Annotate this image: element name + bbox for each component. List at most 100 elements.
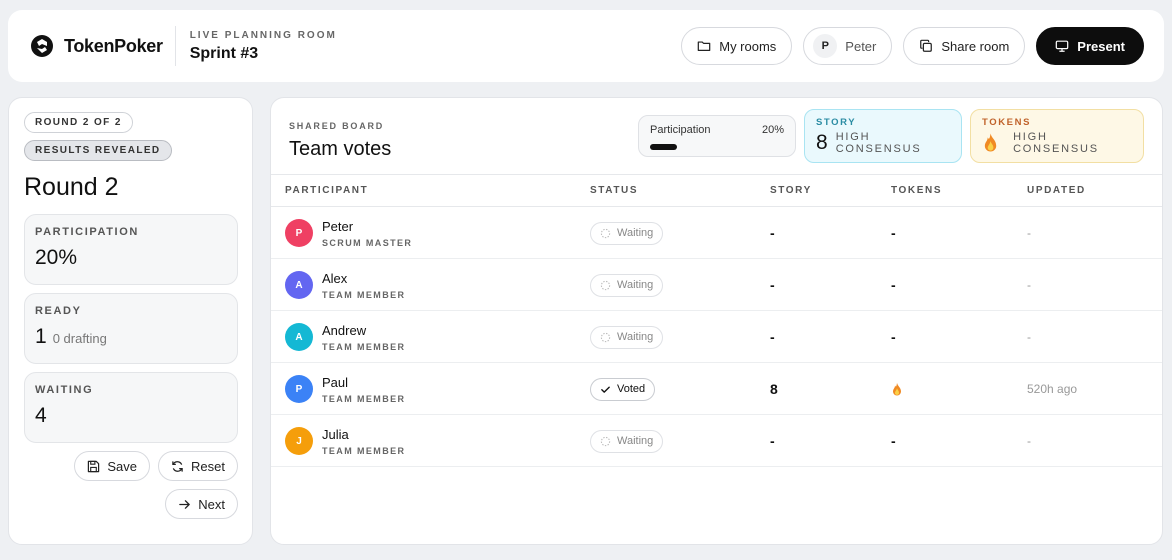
state-badge: RESULTS REVEALED [24,140,172,161]
votes-table: P Peter SCRUM MASTER Waiting - - - A Alex TEAM ME… [271,207,1162,467]
participation-value: 20% [761,124,784,136]
round-panel: ROUND 2 OF 2 RESULTS REVEALED Round 2 PA… [8,97,253,545]
share-room-label: Share room [941,38,1010,54]
save-button[interactable]: Save [74,451,151,481]
story-vote: - [770,433,775,449]
room-meta: LIVE PLANNING ROOM Sprint #3 [190,30,337,63]
stat-value: 20% [35,246,78,269]
avatar: J [285,427,313,455]
top-actions: My rooms P Peter Share room Present [681,27,1144,65]
story-vote: - [770,225,775,241]
divider [174,26,176,66]
user-avatar: P [813,34,838,58]
table-row: A Alex TEAM MEMBER Waiting - - - [271,259,1162,311]
flame-icon [893,382,901,395]
participant-role: TEAM MEMBER [322,445,406,456]
participant-name: Paul [322,374,349,390]
tokens-consensus-card: TOKENS HIGH CONSENSUS [970,109,1144,163]
tokens-cell: - [891,415,896,467]
avatar: A [285,271,313,299]
avatar: P [285,219,313,247]
status-cell: Waiting [590,259,664,311]
participant-cell: P Paul TEAM MEMBER [285,363,405,415]
user-name: Peter [845,38,877,54]
updated-cell: - [1027,207,1031,259]
present-button[interactable]: Present [1036,27,1144,65]
participant-cell: J Julia TEAM MEMBER [285,415,405,467]
table-row: P Paul TEAM MEMBER Voted 8 520h ago [271,363,1162,415]
participant-role: TEAM MEMBER [322,393,406,404]
arrow-right-icon [179,499,191,509]
tokens-kicker: TOKENS [982,117,1032,128]
updated-cell: - [1027,259,1031,311]
table-row: P Peter SCRUM MASTER Waiting - - - [271,207,1162,259]
story-cell: - [770,311,775,363]
status-label: Voted [617,383,646,395]
story-consensus-card: STORY 8 HIGH CONSENSUS [804,109,962,163]
next-label: Next [198,496,225,512]
stat-label: PARTICIPATION [35,226,139,238]
status-label: Waiting [617,435,654,447]
participant-cell: P Peter SCRUM MASTER [285,207,412,259]
reset-button[interactable]: Reset [158,451,238,481]
status-label: Waiting [617,227,654,239]
stat-label: WAITING [35,384,94,396]
status-badge: Waiting [590,429,664,453]
updated-time: - [1027,278,1031,292]
tokens-vote: - [891,329,896,345]
pending-icon [600,332,611,342]
tokens-vote: - [891,277,896,293]
my-rooms-button[interactable]: My rooms [681,27,793,65]
tokens-cell: - [891,259,896,311]
status-label: Waiting [617,331,654,343]
participant-role: TEAM MEMBER [322,341,406,352]
monitor-icon [1055,40,1069,52]
share-room-button[interactable]: Share room [903,27,1026,65]
tokens-consensus-text: HIGH CONSENSUS [1013,131,1099,155]
flame-icon [984,133,997,152]
story-vote: - [770,277,775,293]
story-cell: - [770,415,775,467]
story-vote: 8 [770,381,778,397]
tokens-cell [891,363,903,415]
participation-bar [650,144,677,150]
status-cell: Waiting [590,415,664,467]
tokens-cell: - [891,311,896,363]
board-header: SHARED BOARD Team votes Participation 20… [271,98,1162,175]
brand[interactable]: TokenPoker [30,34,163,58]
story-kicker: STORY [816,117,857,128]
refresh-icon [172,460,183,472]
participation-track [650,144,784,150]
avatar: A [285,323,313,351]
status-cell: Waiting [590,207,664,259]
present-label: Present [1077,38,1125,54]
updated-cell: - [1027,415,1031,467]
story-consensus-text: HIGH CONSENSUS [835,131,922,155]
next-button[interactable]: Next [165,489,238,519]
story-cell: - [770,259,775,311]
participant-name: Andrew [322,322,367,338]
column-participant: PARTICIPANT [285,185,369,196]
board-title: Team votes [289,138,392,160]
column-tokens: TOKENS [891,185,943,196]
user-button[interactable]: P Peter [803,27,893,65]
avatar: P [285,375,313,403]
status-badge: Waiting [590,221,664,245]
participant-role: SCRUM MASTER [322,237,413,248]
table-row: A Andrew TEAM MEMBER Waiting - - - [271,311,1162,363]
status-label: Waiting [617,279,654,291]
next-actions: Next [24,489,238,519]
waiting-stat: WAITING 4 [24,372,238,443]
table-header: PARTICIPANT STATUS STORY TOKENS UPDATED [271,175,1162,207]
column-status: STATUS [590,185,639,196]
check-icon [601,386,610,393]
story-cell: - [770,207,775,259]
status-cell: Waiting [590,311,664,363]
participation-stat: PARTICIPATION 20% [24,214,238,285]
participant-name: Julia [322,426,349,442]
round-badge: ROUND 2 OF 2 [24,112,133,133]
updated-time: - [1027,330,1031,344]
column-updated: UPDATED [1027,185,1086,196]
stat-sub: 0 drafting [52,331,107,346]
status-badge: Voted [590,377,656,401]
